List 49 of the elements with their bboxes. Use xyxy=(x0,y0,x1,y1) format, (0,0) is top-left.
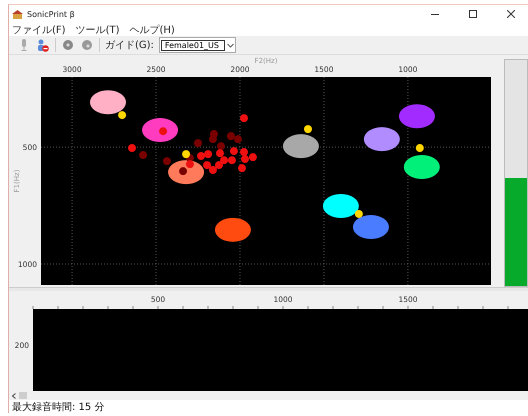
window-title: SonicPrint β xyxy=(27,10,76,18)
data-point xyxy=(248,153,257,162)
disc-icon[interactable] xyxy=(80,38,94,52)
data-point xyxy=(139,151,148,160)
menu-item[interactable]: ファイル(F) xyxy=(12,22,66,36)
maximize-icon xyxy=(469,10,477,18)
data-point xyxy=(226,132,235,140)
close-icon xyxy=(507,10,515,18)
vowel-ellipse xyxy=(404,154,440,179)
disc-icon[interactable] xyxy=(61,38,75,52)
status-text: 最大録音時間: 15 分 xyxy=(12,400,104,414)
data-point xyxy=(204,150,212,158)
scroll-left-icon[interactable] xyxy=(12,392,16,398)
vowel-ellipse xyxy=(214,218,251,242)
vowel-ellipse xyxy=(352,215,389,240)
data-point xyxy=(220,156,228,164)
data-point xyxy=(179,167,188,176)
data-point xyxy=(118,111,126,120)
data-point xyxy=(194,139,202,148)
data-point xyxy=(230,147,238,156)
data-point xyxy=(208,166,217,174)
data-point xyxy=(304,125,312,134)
data-point xyxy=(228,156,236,164)
menu-item[interactable]: ツール(T) xyxy=(76,22,120,36)
data-point xyxy=(203,161,212,170)
data-point xyxy=(162,157,171,166)
vowel-ellipse xyxy=(364,127,400,152)
data-point xyxy=(182,150,190,158)
data-point xyxy=(240,114,248,122)
data-point xyxy=(214,161,223,170)
caret-icon xyxy=(226,42,234,48)
data-point xyxy=(210,130,218,138)
data-point xyxy=(186,160,194,168)
vowel-ellipse xyxy=(142,118,178,142)
data-point xyxy=(234,135,242,144)
guide-dropdown[interactable]: Female01_US xyxy=(158,37,236,53)
scrollbar-thumb[interactable] xyxy=(19,392,27,399)
vowel-ellipse xyxy=(398,104,435,128)
menu-item[interactable]: ヘルプ(H) xyxy=(129,22,175,36)
app-icon xyxy=(12,10,23,18)
vowel-ellipse xyxy=(322,194,359,218)
vowel-ellipse xyxy=(90,90,126,114)
data-point xyxy=(416,144,424,152)
guide-label: ガイド(G): xyxy=(105,39,154,52)
vowel-ellipse xyxy=(282,134,319,158)
data-point xyxy=(159,127,168,136)
person-remove-icon[interactable] xyxy=(36,38,50,52)
data-point xyxy=(128,144,136,152)
data-point xyxy=(354,210,363,218)
